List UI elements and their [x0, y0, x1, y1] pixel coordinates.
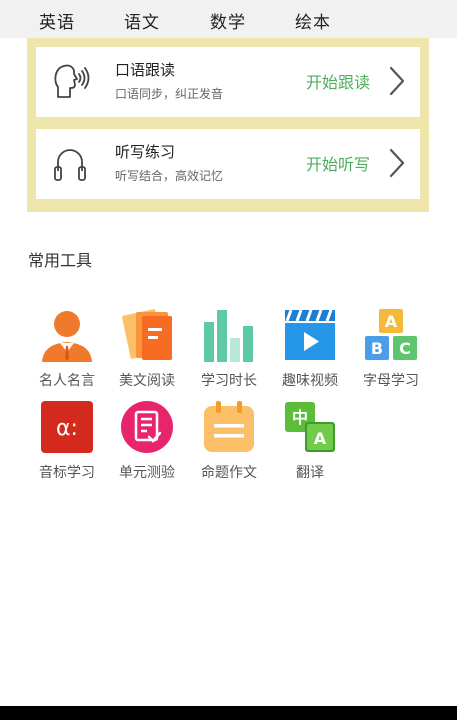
start-speaking-button[interactable]: 开始跟读	[306, 69, 370, 93]
tool-label: 学习时长	[201, 373, 257, 389]
tool-fun-videos[interactable]: 趣味视频	[270, 308, 350, 389]
block-letter-c: C	[399, 339, 411, 358]
tool-essay-reading[interactable]: 美文阅读	[107, 308, 187, 389]
dictation-title: 听写练习	[115, 143, 176, 161]
subject-tab-bar: 英语 语文 数学 绘本	[0, 0, 457, 38]
quiz-document-icon	[121, 401, 173, 453]
app-screen: 英语 语文 数学 绘本 口语跟读 口语同步，纠正发音 开始跟读 听写练习 听写结…	[0, 0, 457, 706]
translate-glyph-chinese: 中	[292, 408, 308, 427]
phonetic-glyph: α:	[56, 416, 78, 441]
translate-glyph-a: A	[314, 429, 327, 448]
tool-label: 命题作文	[201, 465, 257, 481]
tab-math[interactable]: 数学	[210, 8, 246, 33]
bar-chart-icon	[204, 310, 253, 362]
tool-study-time[interactable]: 学习时长	[189, 308, 269, 389]
famous-person-icon	[42, 311, 92, 362]
tool-label: 翻译	[296, 465, 324, 481]
chevron-right-icon[interactable]	[388, 147, 406, 179]
dictation-subtitle: 听写结合，高效记忆	[115, 169, 224, 183]
speaking-practice-card[interactable]: 口语跟读 口语同步，纠正发音 开始跟读	[36, 47, 420, 117]
headphones-icon	[54, 149, 86, 181]
phonetic-symbol-icon: α:	[41, 401, 93, 453]
reading-book-icon	[122, 309, 172, 360]
calendar-essay-icon	[204, 401, 254, 452]
block-letter-b: B	[371, 339, 383, 358]
video-clapper-icon	[285, 309, 335, 360]
speaking-subtitle: 口语同步，纠正发音	[115, 87, 224, 101]
speaking-title: 口语跟读	[115, 61, 176, 79]
chevron-right-icon[interactable]	[388, 65, 406, 97]
bottom-edge	[0, 706, 457, 720]
tool-label: 名人名言	[39, 373, 95, 389]
block-letter-a: A	[385, 312, 398, 331]
tool-phonetics[interactable]: α: 音标学习	[27, 400, 107, 481]
tool-unit-quiz[interactable]: 单元测验	[107, 400, 187, 481]
dictation-practice-card[interactable]: 听写练习 听写结合，高效记忆 开始听写	[36, 129, 420, 199]
tool-translate[interactable]: 中 A 翻译	[270, 400, 350, 481]
tab-picture-books[interactable]: 绘本	[295, 8, 331, 33]
tool-label: 音标学习	[39, 465, 95, 481]
tool-label: 单元测验	[119, 465, 175, 481]
tool-label: 趣味视频	[282, 373, 338, 389]
tab-english[interactable]: 英语	[39, 8, 75, 33]
practice-panel: 口语跟读 口语同步，纠正发音 开始跟读 听写练习 听写结合，高效记忆 开始听写	[27, 38, 429, 212]
translate-icon: 中 A	[285, 402, 335, 452]
tool-alphabet[interactable]: A B C 字母学习	[351, 308, 431, 389]
start-dictation-button[interactable]: 开始听写	[306, 151, 370, 175]
abc-blocks-icon: A B C	[365, 309, 417, 360]
tools-section-title: 常用工具	[28, 251, 93, 270]
tool-label: 字母学习	[363, 373, 419, 389]
tool-label: 美文阅读	[119, 373, 175, 389]
tab-chinese[interactable]: 语文	[124, 8, 160, 33]
tool-essay-writing[interactable]: 命题作文	[189, 400, 269, 481]
speaking-head-icon	[54, 64, 90, 98]
tool-famous-quotes[interactable]: 名人名言	[27, 308, 107, 389]
